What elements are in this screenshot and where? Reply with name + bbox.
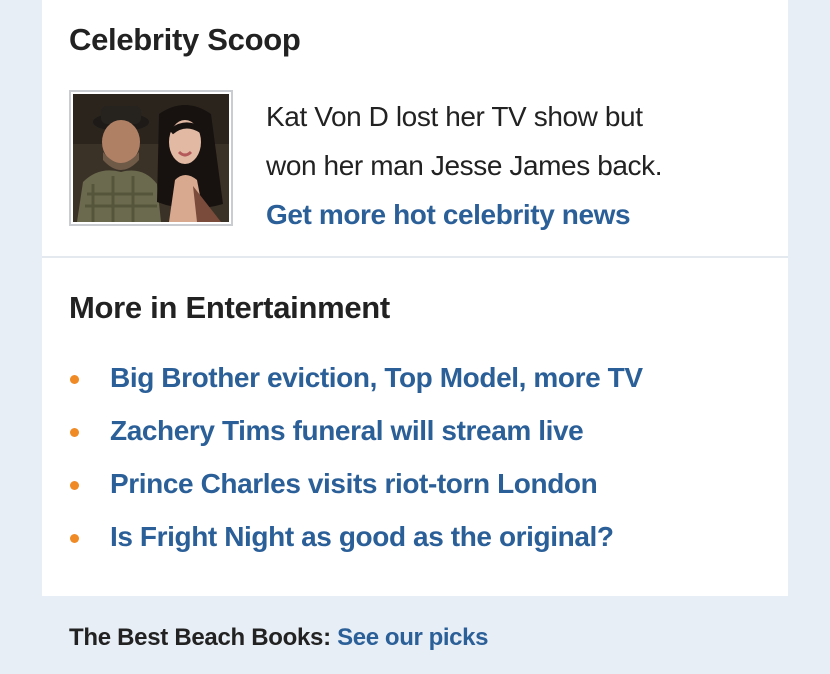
- entertainment-headline-list: Big Brother eviction, Top Model, more TV…: [66, 356, 643, 568]
- celebrity-news-link[interactable]: Get more hot celebrity news: [266, 190, 766, 239]
- entertainment-panel: Celebrity Scoop Kat Von D lost her TV sh…: [42, 0, 788, 596]
- blurb-text-line-1: Kat Von D lost her TV show but: [266, 101, 643, 132]
- bullet-icon: [70, 481, 79, 490]
- headline-link[interactable]: Is Fright Night as good as the original?: [110, 521, 614, 552]
- bullet-icon: [70, 534, 79, 543]
- section-title-celebrity-scoop: Celebrity Scoop: [69, 22, 301, 57]
- footer-label: The Best Beach Books:: [69, 624, 331, 651]
- headline-link[interactable]: Prince Charles visits riot-torn London: [110, 468, 598, 499]
- celebrity-blurb: Kat Von D lost her TV show but won her m…: [266, 92, 766, 239]
- footer-promo: The Best Beach Books: See our picks: [69, 624, 488, 652]
- bullet-icon: [70, 375, 79, 384]
- list-item: Zachery Tims funeral will stream live: [66, 409, 643, 462]
- celebrity-scoop-section: Celebrity Scoop Kat Von D lost her TV sh…: [42, 0, 788, 258]
- headline-link[interactable]: Zachery Tims funeral will stream live: [110, 415, 584, 446]
- list-item: Is Fright Night as good as the original?: [66, 515, 643, 568]
- blurb-text-line-2: won her man Jesse James back.: [266, 150, 663, 181]
- bullet-icon: [70, 428, 79, 437]
- list-item: Big Brother eviction, Top Model, more TV: [66, 356, 643, 409]
- see-our-picks-link[interactable]: See our picks: [337, 624, 488, 651]
- headline-link[interactable]: Big Brother eviction, Top Model, more TV: [110, 362, 643, 393]
- section-title-more-entertainment: More in Entertainment: [69, 290, 390, 325]
- list-item: Prince Charles visits riot-torn London: [66, 462, 643, 515]
- celebrity-photo-thumbnail[interactable]: [69, 90, 233, 226]
- celebrity-photo-image: [73, 94, 229, 222]
